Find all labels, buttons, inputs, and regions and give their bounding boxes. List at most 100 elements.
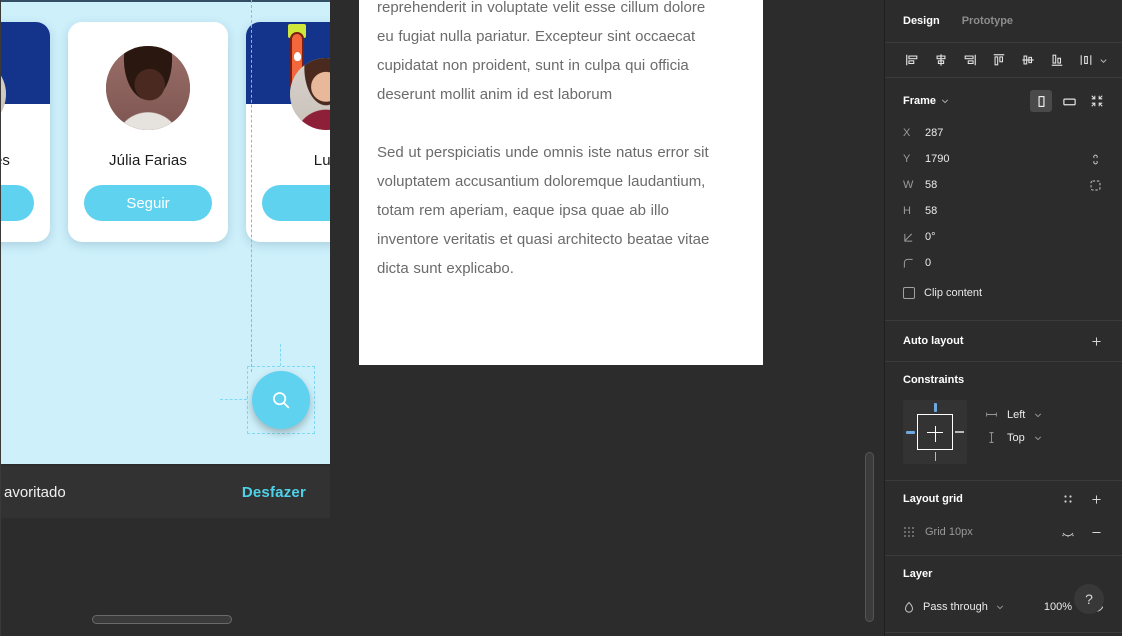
text-document-frame[interactable]: ea commodo consequat. Duis aute irure do… [359,0,763,365]
status-bar [0,0,330,2]
tab-prototype[interactable]: Prototype [962,15,1013,27]
rotation-field[interactable]: 0° [903,224,996,250]
vertical-resize-icon [989,432,994,443]
selection-guide-horizontal [220,399,247,400]
fit-to-content-icon[interactable] [1086,90,1108,112]
layout-grid-section: Layout grid Grid 10px [885,481,1122,556]
constraint-handle-left[interactable] [906,430,915,434]
profile-cards-row: a Valadares eguir Júlia Farias Seguir [0,22,330,242]
follow-button[interactable] [262,185,330,221]
profile-name: Luc [313,152,330,169]
x-field[interactable]: X 287 [903,120,996,146]
tab-design[interactable]: Design [903,15,940,27]
layer-title: Layer [903,568,933,580]
clip-content-row[interactable]: Clip content [903,280,1108,306]
vertical-constraint-dropdown[interactable]: Top [985,431,1042,444]
y-value: 1790 [925,153,950,165]
document-paragraph: Sed ut perspiciatis unde omnis iste natu… [377,144,710,277]
search-fab[interactable] [252,371,310,429]
corner-radius-icon [903,258,915,269]
height-field[interactable]: H 58 [903,198,996,224]
width-field[interactable]: W 58 [903,172,996,198]
orientation-portrait-button[interactable] [1030,90,1052,112]
blend-mode-value[interactable]: Pass through [923,601,988,613]
auto-layout-title: Auto layout [903,335,964,347]
frame-section-title: Frame [903,95,937,107]
avatar [106,46,190,130]
x-value: 287 [925,127,944,139]
align-top-icon[interactable] [986,47,1012,73]
snackbar-message: avoritado [4,483,66,501]
distribute-icon[interactable] [1073,47,1099,73]
profile-card[interactable]: Júlia Farias Seguir [68,22,228,242]
chevron-down-icon[interactable] [1034,411,1042,419]
align-left-icon[interactable] [899,47,925,73]
horizontal-constraint-dropdown[interactable]: Left [985,408,1042,421]
rotation-value: 0° [925,231,936,243]
grid-settings-icon[interactable] [1056,487,1080,511]
document-paragraph: ea commodo consequat. Duis aute irure do… [377,0,706,103]
align-right-icon[interactable] [957,47,983,73]
constraints-section: Constraints Left Top [885,362,1122,481]
constraints-title: Constraints [903,374,965,386]
chevron-down-icon[interactable] [996,603,1004,611]
help-button[interactable]: ? [1074,584,1104,614]
avatar [290,58,330,130]
frame-section: Frame X 287 Y 1790 W 58 H 58 0° 0 Clip c… [885,78,1122,321]
selection-guide-vertical [280,344,281,366]
align-bottom-icon[interactable] [1044,47,1070,73]
follow-button[interactable]: Seguir [84,185,212,221]
align-vertical-centers-icon[interactable] [1015,47,1041,73]
search-icon [273,392,290,409]
horizontal-resize-icon [986,412,997,417]
chevron-down-icon[interactable] [941,97,949,105]
layout-grid-row[interactable]: Grid 10px [885,517,1122,547]
layer-opacity-value[interactable]: 100% [1044,601,1072,613]
canvas-edge-divider [0,0,1,636]
w-value: 58 [925,179,938,191]
x-label: X [903,127,911,139]
chevron-down-icon[interactable] [1099,56,1108,65]
clip-content-checkbox[interactable] [903,287,915,299]
y-label: Y [903,153,911,165]
auto-layout-section: Auto layout [885,321,1122,362]
corner-radius-field[interactable]: 0 [903,250,996,276]
aspect-ratio-lock-icon[interactable] [1082,146,1108,172]
constraint-handle-right[interactable] [955,431,964,433]
clip-content-label: Clip content [924,287,983,299]
design-canvas[interactable]: a Valadares eguir Júlia Farias Seguir [0,0,884,636]
horizontal-constraint-value: Left [1007,408,1026,421]
vertical-constraint-value: Top [1007,431,1025,444]
profile-card[interactable]: Luc [246,22,330,242]
add-layout-grid-button[interactable] [1084,487,1108,511]
remove-layout-grid-button[interactable] [1084,520,1108,544]
h-label: H [903,205,911,217]
profile-name: Júlia Farias [109,152,187,169]
w-label: W [903,179,914,191]
constraint-handle-bottom[interactable] [934,452,936,461]
design-panel: Design Prototype Frame X 287 Y 1790 W 58… [884,0,1122,636]
follow-button[interactable]: eguir [0,185,34,221]
align-horizontal-centers-icon[interactable] [928,47,954,73]
grid-icon [904,527,914,537]
add-auto-layout-button[interactable] [1084,329,1108,353]
panel-tabs: Design Prototype [885,0,1122,43]
profile-card[interactable]: a Valadares eguir [0,22,50,242]
constraint-handle-top[interactable] [933,403,937,412]
y-field[interactable]: Y 1790 [903,146,996,172]
blend-mode-icon [904,601,914,613]
independent-corners-icon[interactable] [1082,172,1108,198]
h-value: 58 [925,205,938,217]
orientation-landscape-button[interactable] [1058,90,1080,112]
canvas-horizontal-scrollbar[interactable] [92,615,232,624]
snackbar-undo-button[interactable]: Desfazer [242,484,306,501]
snackbar: avoritado Desfazer [0,466,330,518]
alignment-toolbar [885,43,1122,78]
grid-visibility-hidden-icon[interactable] [1056,520,1080,544]
constraints-widget[interactable] [903,400,967,464]
alignment-guide [251,0,252,372]
canvas-vertical-scrollbar[interactable] [865,452,874,622]
profile-name: a Valadares [0,152,11,169]
chevron-down-icon[interactable] [1034,434,1042,442]
card-banner [0,22,50,104]
